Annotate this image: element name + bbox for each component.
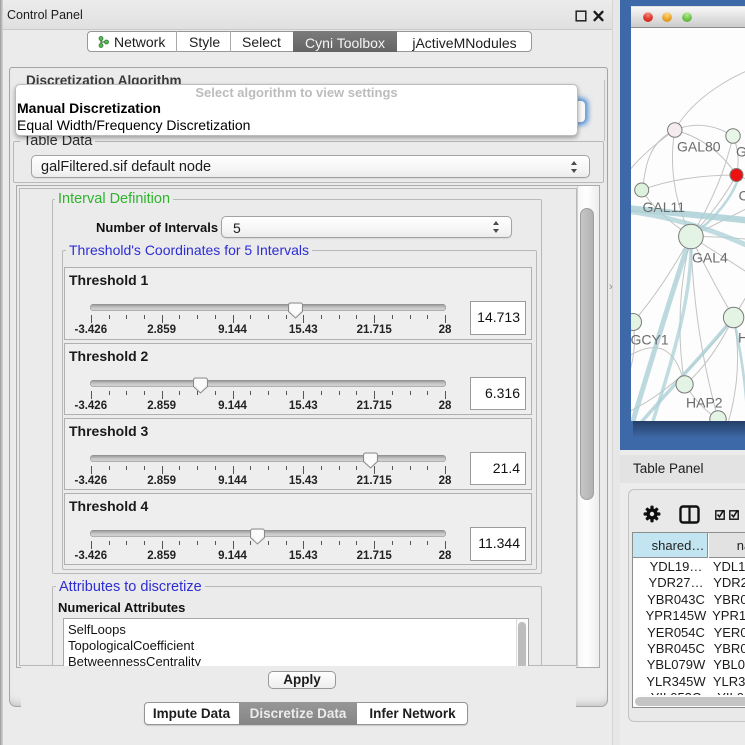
svg-text:GAL11: GAL11 <box>643 199 686 215</box>
svg-text:C: C <box>739 188 745 204</box>
svg-text:GA: GA <box>736 144 745 160</box>
svg-text:H: H <box>738 330 745 346</box>
svg-text:HAP2: HAP2 <box>686 395 723 411</box>
svg-text:GAL80: GAL80 <box>677 139 721 155</box>
svg-text:GAL4: GAL4 <box>692 250 728 266</box>
svg-text:GCY1: GCY1 <box>631 332 669 348</box>
